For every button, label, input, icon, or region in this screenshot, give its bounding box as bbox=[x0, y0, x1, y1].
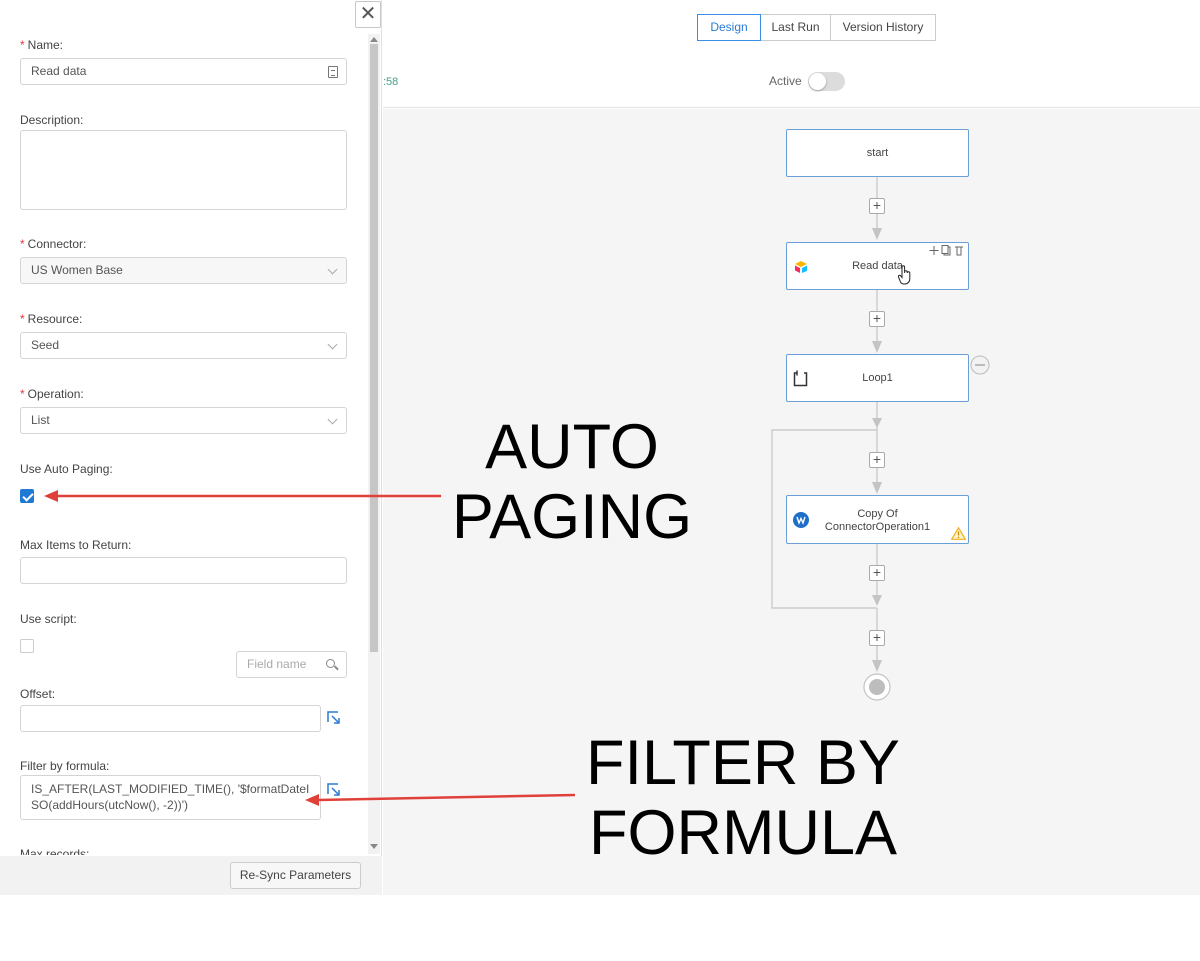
add-step-button[interactable]: + bbox=[869, 452, 885, 468]
expand-editor-icon[interactable] bbox=[326, 782, 342, 798]
use-script-label: Use script: bbox=[20, 612, 77, 626]
filter-formula-input[interactable]: IS_AFTER(LAST_MODIFIED_TIME(), '$formatD… bbox=[20, 775, 321, 820]
scroll-up-arrow[interactable] bbox=[370, 37, 378, 42]
filter-formula-label: Filter by formula: bbox=[20, 759, 110, 773]
operation-select[interactable]: List bbox=[20, 407, 347, 434]
chevron-down-icon bbox=[327, 339, 338, 350]
tab-design[interactable]: Design bbox=[697, 14, 761, 41]
max-records-label: Max records: bbox=[20, 847, 90, 855]
timestamp-fragment: :58 bbox=[383, 76, 399, 88]
description-textarea[interactable] bbox=[20, 130, 347, 210]
close-panel-button[interactable]: ✕ bbox=[355, 1, 381, 28]
variable-picker-icon[interactable] bbox=[328, 66, 338, 78]
expand-editor-icon[interactable] bbox=[326, 710, 342, 726]
panel-scrollbar[interactable] bbox=[368, 34, 380, 854]
properties-panel: ✕ * Name: Read data Description: * Connect… bbox=[0, 0, 382, 895]
resource-select[interactable]: Seed bbox=[20, 332, 347, 359]
scroll-down-arrow[interactable] bbox=[370, 844, 378, 849]
add-step-button[interactable]: + bbox=[869, 311, 885, 327]
resync-parameters-button[interactable]: Re-Sync Parameters bbox=[230, 862, 361, 889]
loop-node[interactable]: Loop1 bbox=[786, 354, 969, 402]
tab-version-history[interactable]: Version History bbox=[830, 14, 936, 41]
copy-of-connector-operation-node[interactable]: Copy Of ConnectorOperation1 bbox=[786, 495, 969, 544]
chevron-down-icon bbox=[327, 414, 338, 425]
chevron-down-icon bbox=[327, 264, 338, 275]
tab-last-run[interactable]: Last Run bbox=[760, 14, 831, 41]
scroll-thumb[interactable] bbox=[370, 44, 378, 652]
hand-cursor-icon bbox=[898, 265, 911, 285]
offset-label: Offset: bbox=[20, 687, 56, 701]
active-label: Active bbox=[769, 74, 802, 88]
connector-select[interactable]: US Women Base bbox=[20, 257, 347, 284]
start-node[interactable]: start bbox=[786, 129, 969, 177]
add-step-button[interactable]: + bbox=[869, 565, 885, 581]
offset-input[interactable] bbox=[20, 705, 321, 732]
active-toggle[interactable] bbox=[808, 72, 845, 91]
use-script-checkbox[interactable] bbox=[20, 639, 34, 653]
read-data-node[interactable]: Read data bbox=[786, 242, 969, 290]
max-items-label: Max Items to Return: bbox=[20, 538, 132, 552]
auto-paging-annotation: AUTO PAGING bbox=[451, 412, 693, 552]
field-name-search[interactable]: Field name bbox=[236, 651, 347, 678]
warning-icon bbox=[951, 527, 966, 540]
name-input[interactable]: Read data bbox=[20, 58, 347, 85]
use-auto-paging-label: Use Auto Paging: bbox=[20, 462, 113, 476]
use-auto-paging-checkbox[interactable] bbox=[20, 489, 34, 503]
search-icon bbox=[326, 659, 335, 668]
connector-label: * Connector: bbox=[20, 237, 87, 251]
resource-label: * Resource: bbox=[20, 312, 83, 326]
filter-by-formula-annotation: FILTER BY FORMULA bbox=[586, 728, 900, 868]
max-items-input[interactable] bbox=[20, 557, 347, 584]
description-label: Description: bbox=[20, 113, 84, 127]
operation-label: * Operation: bbox=[20, 387, 84, 401]
add-step-button[interactable]: + bbox=[869, 630, 885, 646]
name-label: * Name: bbox=[20, 38, 64, 52]
node-actions[interactable] bbox=[929, 245, 965, 257]
add-step-button[interactable]: + bbox=[869, 198, 885, 214]
